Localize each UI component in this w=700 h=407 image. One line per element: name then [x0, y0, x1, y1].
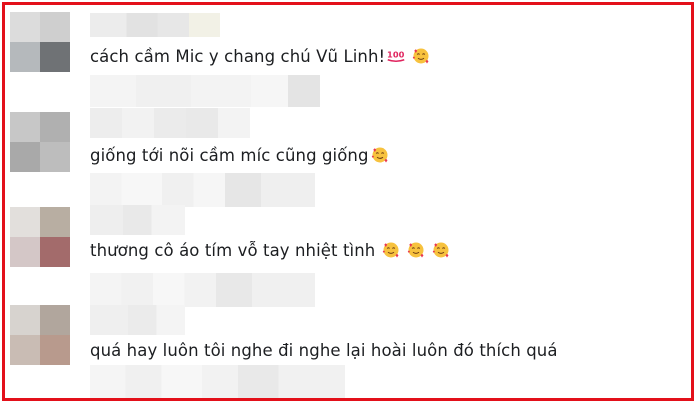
comment-text-2: giống tới nõi cầm míc cũng giống — [90, 146, 369, 165]
comment-text: quá hay luôn tôi nghe đi nghe lại hoài l… — [90, 341, 558, 360]
blurred-meta — [90, 273, 315, 307]
avatar[interactable] — [10, 305, 70, 365]
avatar[interactable] — [10, 12, 70, 72]
blurred-username — [90, 205, 185, 235]
comment-text: giống tới nõi cầm míc cũng giống — [90, 146, 389, 165]
smiling-face-with-hearts-icon — [412, 47, 430, 65]
blurred-meta — [90, 173, 315, 207]
blurred-meta — [90, 75, 320, 107]
blurred-username — [90, 305, 185, 335]
screenshot-frame: cách cầm Mic y chang chú Vũ Linh! 100 giố… — [2, 2, 694, 401]
comment-text: thương cô áo tím vỗ tay nhiệt tình — [90, 241, 450, 260]
comment-text-4: quá hay luôn tôi nghe đi nghe lại hoài l… — [90, 341, 558, 360]
smiling-face-with-hearts-icon — [407, 241, 425, 259]
smiling-face-with-hearts-icon — [432, 241, 450, 259]
comment-text-3: thương cô áo tím vỗ tay nhiệt tình — [90, 241, 376, 260]
svg-text:100: 100 — [387, 50, 405, 60]
smiling-face-with-hearts-icon — [382, 241, 400, 259]
comment-text-1: cách cầm Mic y chang chú Vũ Linh! — [90, 47, 386, 66]
avatar[interactable] — [10, 112, 70, 172]
blurred-username — [90, 13, 220, 37]
avatar[interactable] — [10, 207, 70, 267]
blurred-username — [90, 108, 250, 138]
smiling-face-with-hearts-icon — [371, 146, 389, 164]
blurred-meta — [90, 365, 345, 398]
comment-text: cách cầm Mic y chang chú Vũ Linh! 100 — [90, 47, 430, 66]
hundred-points-icon: 100 — [387, 47, 405, 65]
